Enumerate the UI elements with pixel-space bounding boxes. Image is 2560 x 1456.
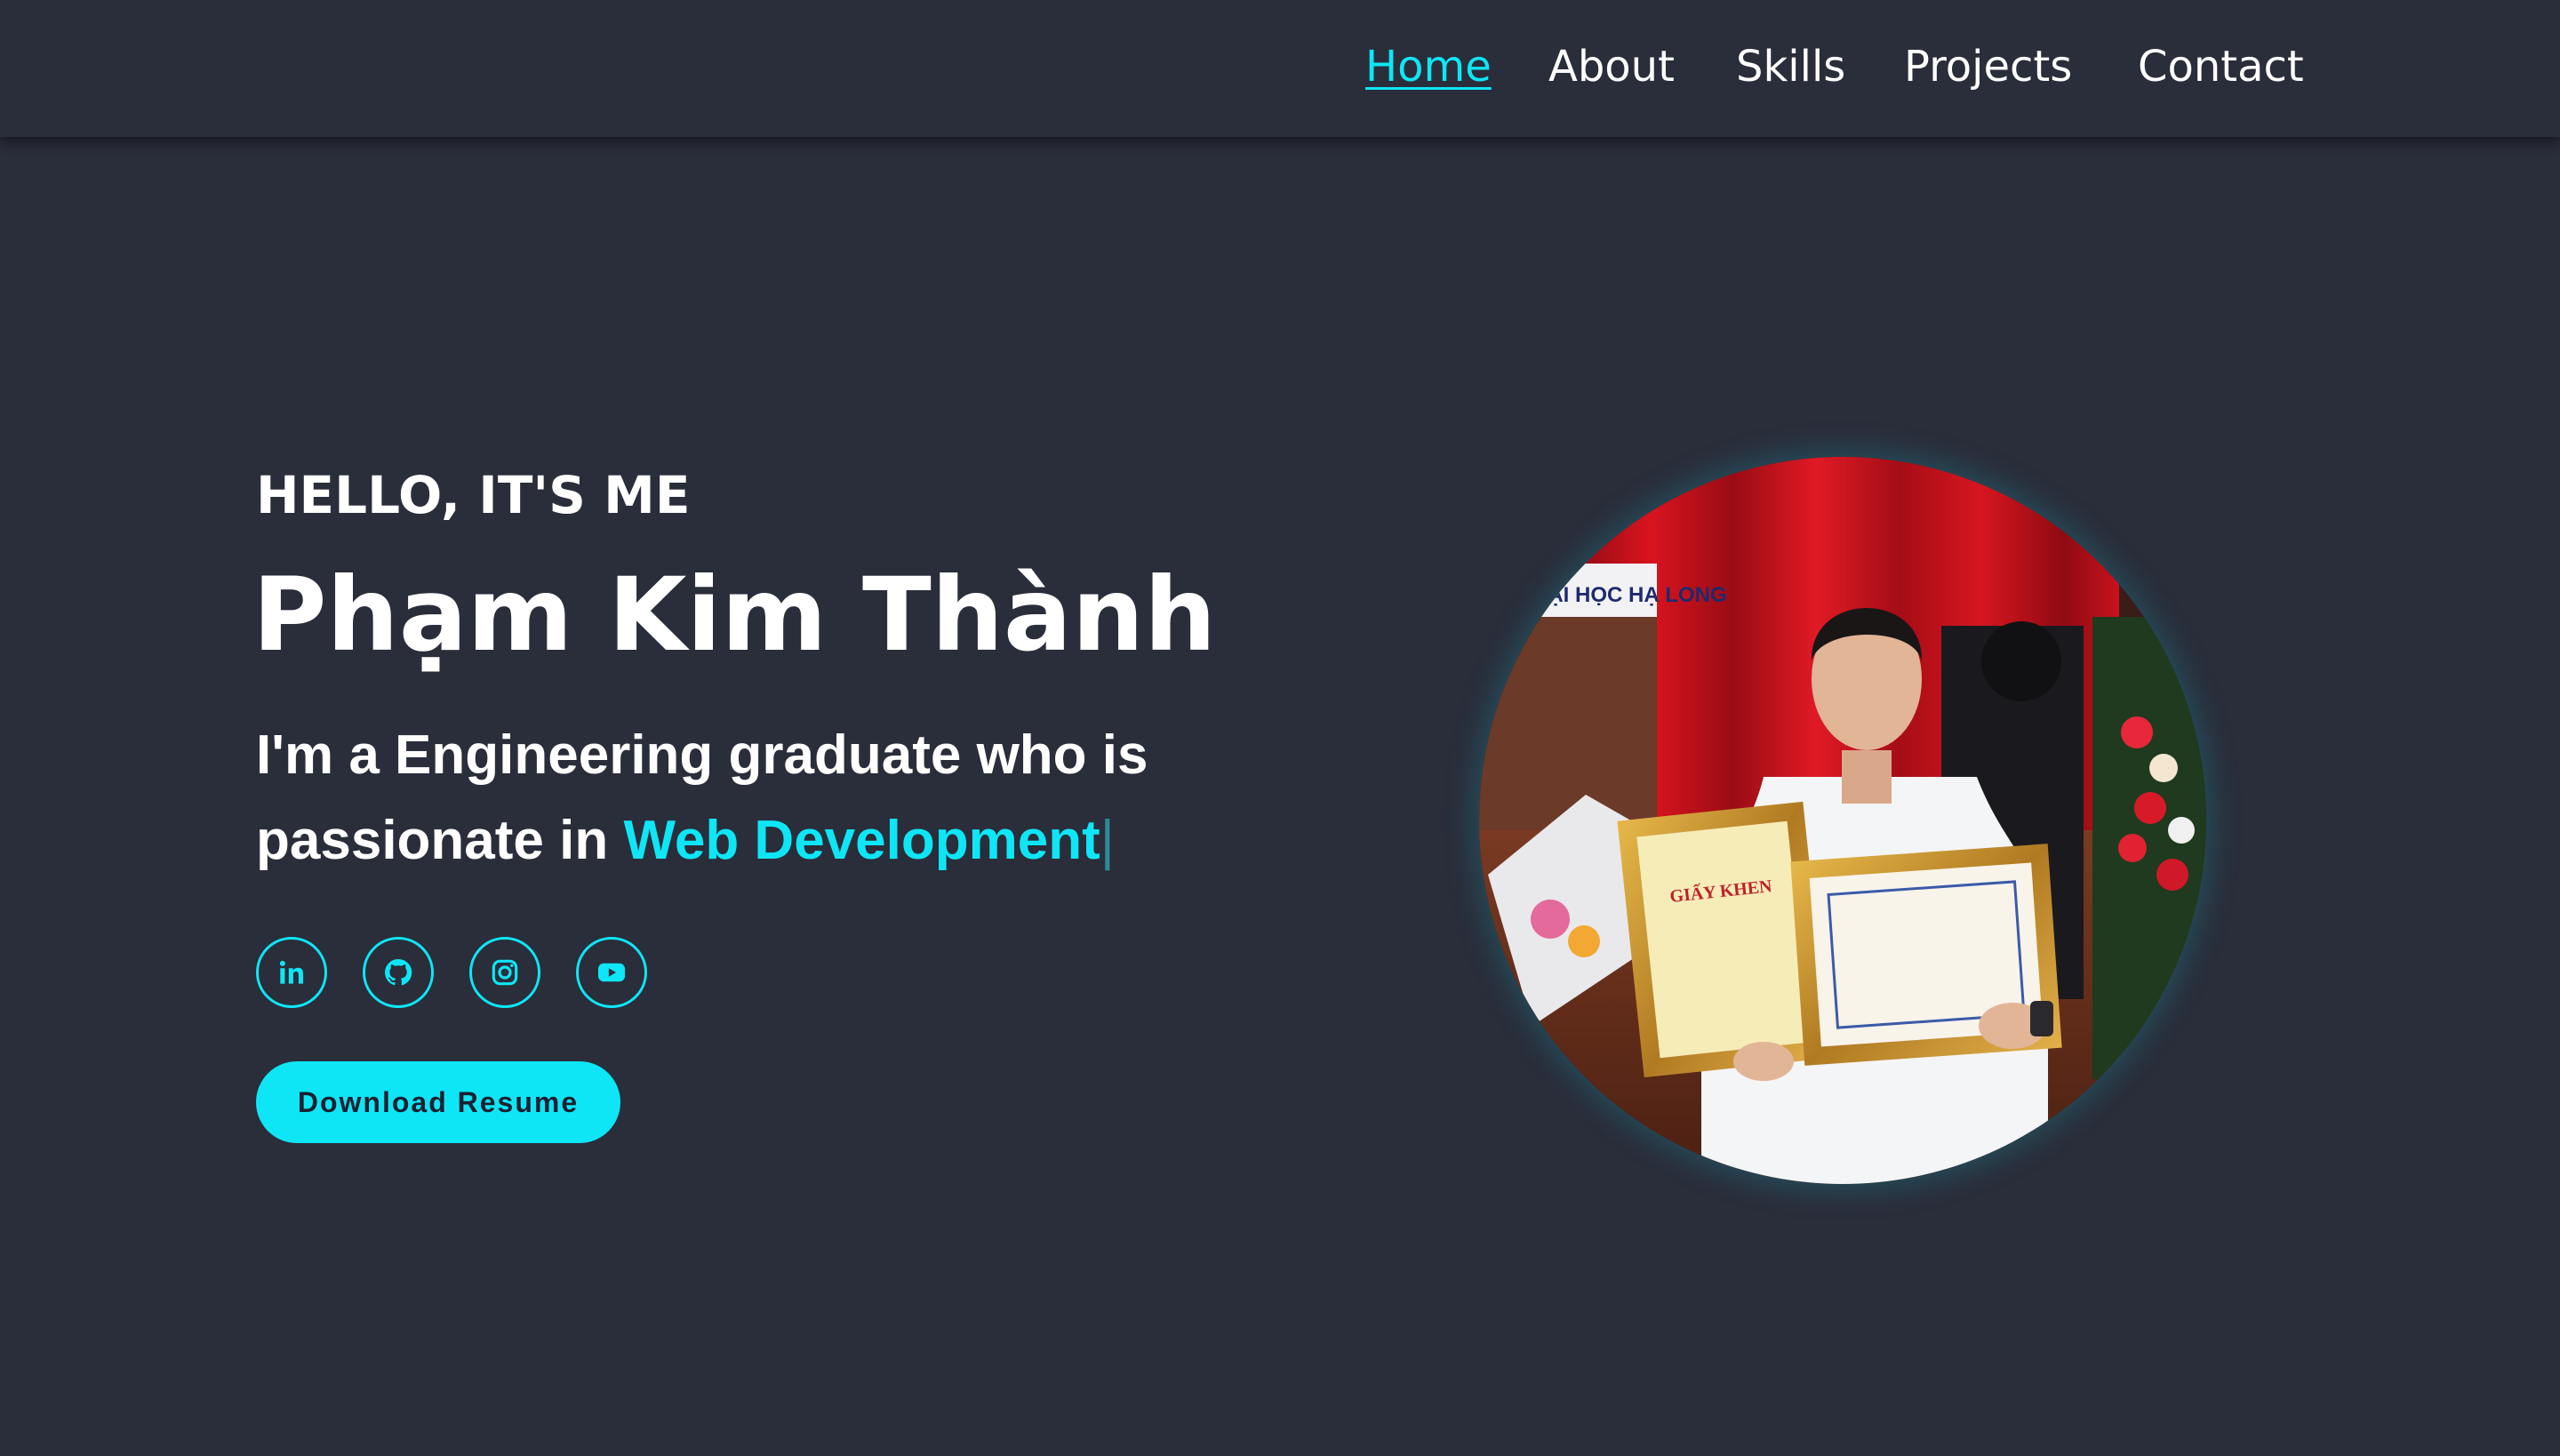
top-navbar: Home About Skills Projects Contact xyxy=(0,0,2560,137)
download-resume-button[interactable]: Download Resume xyxy=(256,1061,620,1143)
instagram-link[interactable] xyxy=(469,937,540,1008)
nav-link-contact[interactable]: Contact xyxy=(2138,39,2304,94)
github-icon xyxy=(385,958,412,986)
linkedin-link[interactable] xyxy=(256,937,327,1008)
hero-greeting: HELLO, IT'S ME xyxy=(256,465,691,525)
tagline-highlight: Web Development xyxy=(623,810,1100,871)
typing-cursor: | xyxy=(1100,810,1115,871)
banner-text: ĐẠI HỌC HẠ LONG xyxy=(1532,583,1727,607)
nav-link-projects[interactable]: Projects xyxy=(1904,39,2072,94)
hero-tagline: I'm a Engineering graduate who is passio… xyxy=(256,713,1234,884)
nav-link-about[interactable]: About xyxy=(1548,39,1675,94)
hero-name: Phạm Kim Thành xyxy=(252,556,1217,674)
linkedin-icon xyxy=(279,960,303,984)
youtube-icon xyxy=(597,963,626,982)
nav-link-skills[interactable]: Skills xyxy=(1736,39,1845,94)
instagram-icon xyxy=(492,959,518,986)
github-link[interactable] xyxy=(363,937,434,1008)
nav-link-home[interactable]: Home xyxy=(1365,39,1492,94)
youtube-link[interactable] xyxy=(576,937,647,1008)
profile-photo: ĐẠI HỌC HẠ LONG GIẤY KHEN xyxy=(1479,457,2206,1184)
